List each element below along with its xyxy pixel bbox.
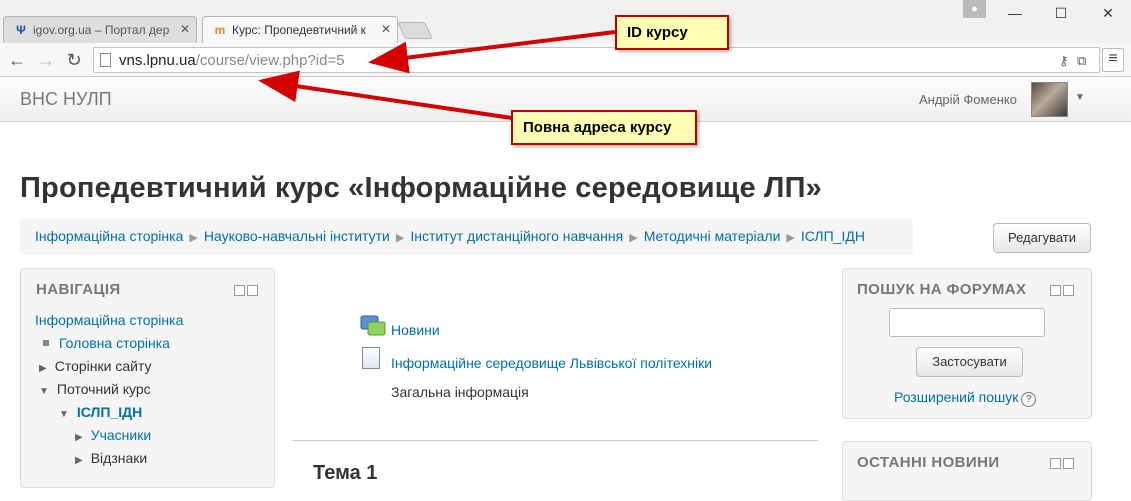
breadcrumb-item[interactable]: ІСЛП_ІДН [801, 228, 865, 244]
address-bar[interactable]: vns.lpnu.ua/course/view.php?id=5 ⚷ ⧉ [93, 47, 1100, 73]
block-controls [1048, 458, 1074, 469]
avatar[interactable] [1031, 82, 1068, 117]
nav-item-badges[interactable]: ▶ Відзнаки [35, 450, 183, 473]
page-title: Пропедевтичний курс «Інформаційне середо… [20, 172, 822, 204]
breadcrumb-separator-icon: ▶ [629, 232, 638, 244]
help-icon[interactable]: ? [1021, 392, 1037, 407]
breadcrumb: Інформаційна сторінка ▶ Науково-навчальні … [20, 219, 913, 255]
forward-arrow-icon[interactable]: → [35, 49, 57, 71]
navigation-list: Інформаційна сторінка Головна сторінка ▶… [35, 312, 183, 473]
triangle-down-icon[interactable]: ▼ [59, 409, 69, 420]
block-controls [1048, 285, 1074, 296]
nav-item-site-pages[interactable]: ▶ Сторінки сайту [35, 358, 183, 381]
navigation-block: НАВІГАЦІЯ Інформаційна сторінка Головна … [20, 268, 275, 488]
nav-item-participants[interactable]: ▶ Учасники [35, 427, 183, 450]
latest-news-block: ОСТАННІ НОВИНИ [842, 441, 1092, 501]
edit-button[interactable]: Редагувати [993, 223, 1091, 253]
breadcrumb-separator-icon: ▶ [189, 232, 198, 244]
collapse-icon[interactable] [234, 285, 245, 296]
activity-page[interactable]: Інформаційне середовище Львівської політ… [391, 355, 712, 371]
close-icon[interactable]: ✕ [180, 22, 190, 36]
nav-item-current-course[interactable]: ▼ Поточний курс [35, 381, 183, 404]
tab-title: Курс: Пропедевтичний к [232, 23, 366, 37]
collapse-icon[interactable] [1050, 458, 1061, 469]
triangle-right-icon[interactable]: ▶ [39, 363, 47, 374]
dock-icon[interactable] [247, 285, 258, 296]
browser-menu-icon[interactable]: ≡ [1102, 48, 1124, 72]
browser-toolbar: ← → ↻ vns.lpnu.ua/course/view.php?id=5 ⚷… [0, 43, 1131, 77]
triangle-right-icon[interactable]: ▶ [75, 455, 83, 466]
breadcrumb-item[interactable]: Інформаційна сторінка [35, 228, 183, 244]
block-title: ОСТАННІ НОВИНИ [857, 454, 1000, 471]
block-controls [232, 285, 258, 296]
browser-tab-igov[interactable]: Ψ igov.org.ua – Портал дер ✕ [3, 16, 197, 43]
url-text: vns.lpnu.ua/course/view.php?id=5 [119, 52, 345, 69]
general-info-label: Загальна інформація [391, 384, 529, 400]
minimize-icon[interactable]: — [1000, 3, 1030, 23]
window-close-icon[interactable]: ✕ [1093, 3, 1123, 23]
chevron-down-icon[interactable]: ▼ [1075, 92, 1085, 103]
nav-item-home[interactable]: Головна сторінка [35, 335, 183, 358]
forum-search-input[interactable] [889, 308, 1045, 337]
dock-icon[interactable] [1063, 458, 1074, 469]
key-icon[interactable]: ⚷ [1059, 53, 1069, 69]
breadcrumb-separator-icon: ▶ [786, 232, 795, 244]
advanced-search-link[interactable]: Розширений пошук? [894, 389, 1037, 407]
browser-title-bar: Ψ igov.org.ua – Портал дер ✕ m Курс: Про… [0, 0, 1131, 43]
nav-item-info-page[interactable]: Інформаційна сторінка [35, 312, 183, 335]
breadcrumb-item[interactable]: Методичні матеріали [644, 228, 781, 244]
apply-button[interactable]: Застосувати [916, 347, 1023, 377]
tab-title: igov.org.ua – Портал дер [33, 23, 170, 37]
user-name[interactable]: Андрій Фоменко [919, 92, 1017, 107]
section-title: Тема 1 [313, 462, 378, 484]
forum-icon [360, 315, 386, 336]
dock-icon[interactable] [1063, 285, 1074, 296]
browser-tab-course[interactable]: m Курс: Пропедевтичний к ✕ [202, 16, 398, 43]
breadcrumb-item[interactable]: Науково-навчальні інститути [204, 228, 390, 244]
new-tab-button[interactable] [397, 22, 433, 39]
course-id-callout: ID курсу [615, 15, 729, 50]
browser-profile-icon[interactable]: ● [963, 0, 986, 18]
site-brand[interactable]: ВНС НУЛП [20, 89, 112, 110]
section-divider [292, 440, 818, 441]
collapse-icon[interactable] [1050, 285, 1061, 296]
moodle-icon: m [214, 23, 226, 37]
triangle-right-icon[interactable]: ▶ [75, 432, 83, 443]
ukraine-trident-icon: Ψ [16, 23, 26, 37]
page-icon [362, 347, 380, 369]
nav-item-course[interactable]: ▼ ІСЛП_ІДН [35, 404, 183, 427]
reload-icon[interactable]: ↻ [63, 49, 85, 71]
triangle-down-icon[interactable]: ▼ [39, 386, 49, 397]
breadcrumb-separator-icon: ▶ [395, 232, 405, 244]
full-address-callout: Повна адреса курсу [511, 110, 697, 145]
activity-news[interactable]: Новини [391, 322, 440, 338]
breadcrumb-item[interactable]: Інститут дистанційного навчання [410, 228, 623, 244]
block-title: НАВІГАЦІЯ [36, 281, 121, 298]
page-icon [100, 53, 111, 67]
maximize-icon[interactable]: ☐ [1046, 3, 1076, 23]
close-icon[interactable]: ✕ [381, 22, 391, 36]
bullet-icon [43, 340, 49, 346]
back-arrow-icon[interactable]: ← [6, 49, 28, 71]
translate-icon[interactable]: ⧉ [1077, 53, 1086, 69]
block-title: ПОШУК НА ФОРУМАХ [857, 281, 1027, 298]
